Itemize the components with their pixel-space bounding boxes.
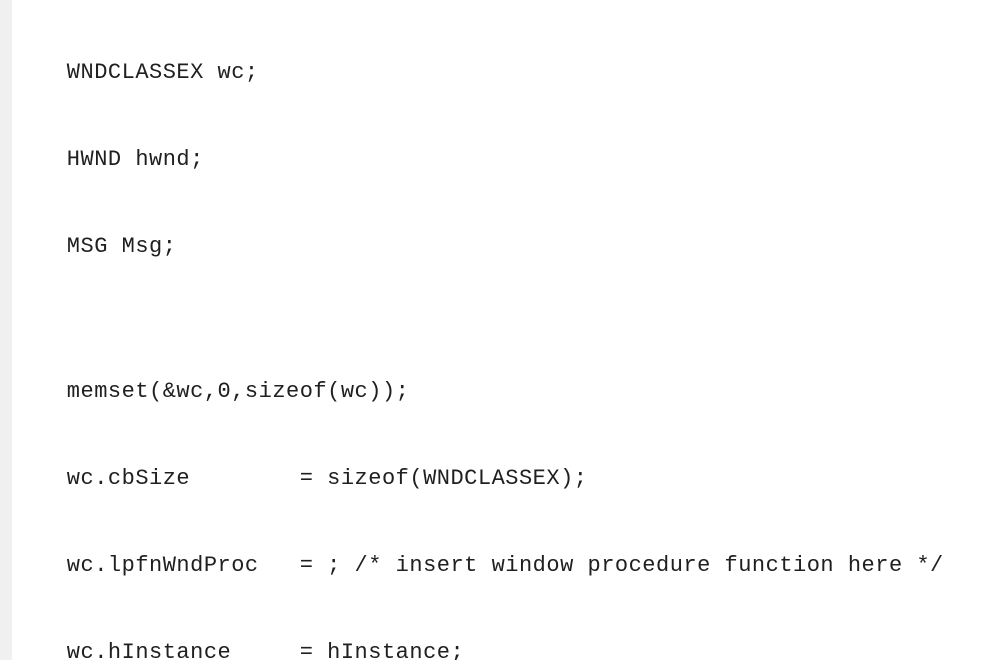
code-editor-view[interactable]: WNDCLASSEX wc; HWND hwnd; MSG Msg; memse… — [12, 0, 1000, 660]
code-line[interactable]: HWND hwnd; — [12, 145, 1000, 174]
code-line[interactable]: memset(&wc,0,sizeof(wc)); — [12, 377, 1000, 406]
code-line[interactable]: wc.cbSize = sizeof(WNDCLASSEX); — [12, 464, 1000, 493]
code-line[interactable]: MSG Msg; — [12, 232, 1000, 261]
code-line[interactable]: wc.lpfnWndProc = ; /* insert window proc… — [12, 551, 1000, 580]
editor-gutter — [0, 0, 12, 660]
code-line[interactable]: wc.hInstance = hInstance; — [12, 638, 1000, 660]
code-line[interactable]: WNDCLASSEX wc; — [12, 58, 1000, 87]
